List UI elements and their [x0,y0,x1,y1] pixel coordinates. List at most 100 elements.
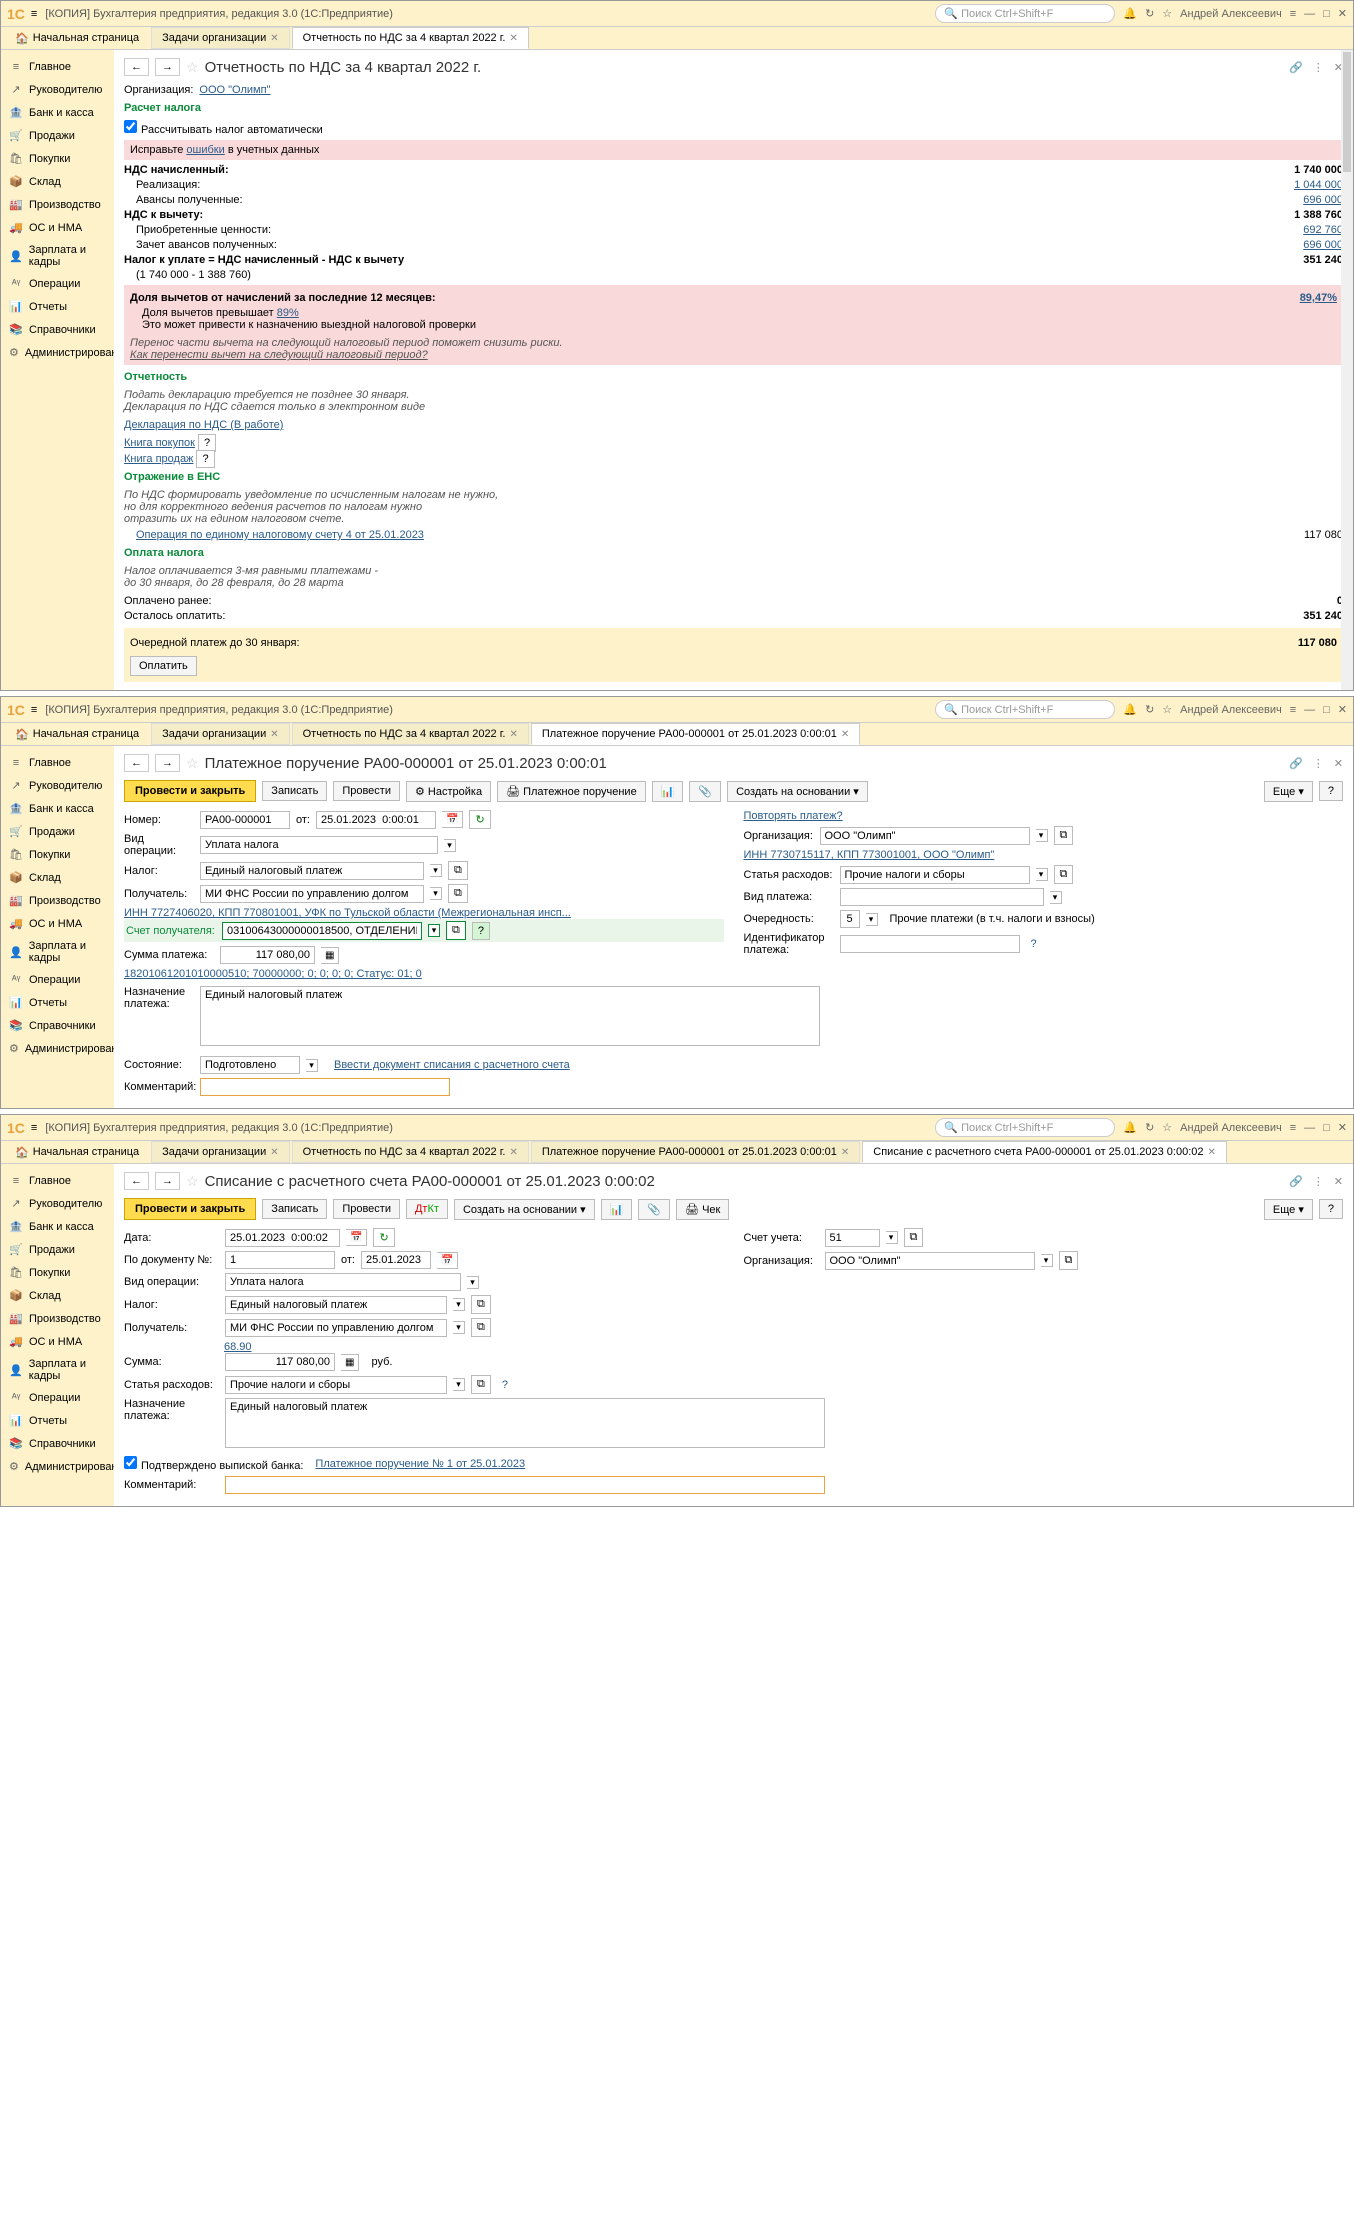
value-link[interactable]: 692 760 [1263,224,1343,236]
tab-vat-report[interactable]: Отчетность по НДС за 4 квартал 2022 г.✕ [292,1141,529,1163]
more-button[interactable]: Еще ▾ [1264,1199,1313,1220]
link-icon[interactable]: 🔗 [1289,1175,1303,1188]
declaration-link[interactable]: Декларация по НДС (В работе) [124,419,283,431]
struct-button[interactable]: 📊 [601,1199,633,1220]
kebab-icon[interactable]: ⋮ [1313,1175,1324,1188]
purpose-input[interactable] [200,986,820,1046]
operation-type-input[interactable] [200,836,438,854]
close-icon[interactable]: ✕ [1338,7,1347,20]
sidebar-item[interactable]: ⚙Администрирование [1,1037,114,1060]
tab-tasks[interactable]: Задачи организации✕ [151,27,289,49]
sidebar-item[interactable]: ≡Главное [1,56,114,78]
amount-input[interactable] [225,1353,335,1371]
open-icon[interactable]: ⧉ [471,1295,491,1314]
comment-input[interactable] [225,1476,825,1494]
home-tab[interactable]: 🏠 Начальная страница [5,724,149,745]
purpose-input[interactable] [225,1398,825,1448]
attach-button[interactable]: 📎 [638,1199,670,1220]
help-icon[interactable]: ? [1026,936,1042,952]
org-inn-link[interactable]: ИНН 7730715117, КПП 773001001, ООО "Олим… [744,849,995,861]
help-button[interactable]: ? [1319,1199,1343,1219]
repeat-link[interactable]: Повторять платеж? [744,810,843,822]
value-link[interactable]: 1 044 000 [1263,179,1343,191]
forward-button[interactable]: → [155,1172,180,1190]
sidebar-item[interactable]: 📦Склад [1,1284,114,1307]
amount-input[interactable] [220,946,315,964]
sidebar-item[interactable]: 🏦Банк и касса [1,101,114,124]
pay-button[interactable]: Оплатить [130,656,197,676]
sidebar-item[interactable]: 🚚ОС и НМА [1,912,114,935]
settings-icon[interactable]: ≡ [1290,8,1296,20]
dropdown-icon[interactable]: ▾ [1050,891,1062,904]
doc-number-input[interactable] [225,1251,335,1269]
settings-button[interactable]: ⚙ Настройка [406,781,491,802]
dropdown-icon[interactable]: ▾ [453,1378,465,1391]
bell-icon[interactable]: 🔔 [1123,1121,1137,1134]
back-button[interactable]: ← [124,754,149,772]
cost-item-input[interactable] [840,866,1030,884]
sidebar-item[interactable]: 📦Склад [1,170,114,193]
post-close-button[interactable]: Провести и закрыть [124,780,256,802]
print-button[interactable]: 🖨 Платежное поручение [497,781,646,802]
star-icon[interactable]: ☆ [1162,703,1172,716]
close-icon[interactable]: ✕ [1338,1121,1347,1134]
menu-icon[interactable]: ≡ [31,1122,37,1134]
sidebar-item[interactable]: 🛍Покупки [1,1261,114,1284]
forward-button[interactable]: → [155,754,180,772]
number-input[interactable] [200,811,290,829]
close-icon[interactable]: ✕ [1338,703,1347,716]
account-code-input[interactable] [825,1229,880,1247]
favorite-icon[interactable]: ☆ [186,1173,199,1190]
receipt-button[interactable]: 🖨 Чек [676,1199,729,1220]
save-button[interactable]: Записать [262,1199,327,1219]
sidebar-item[interactable]: 🏦Банк и касса [1,1215,114,1238]
create-writeoff-link[interactable]: Ввести документ списания с расчетного сч… [334,1059,570,1071]
tab-payment-order[interactable]: Платежное поручение РА00-000001 от 25.01… [531,723,860,745]
sidebar-item[interactable]: 🛒Продажи [1,820,114,843]
create-based-button[interactable]: Создать на основании ▾ [454,1199,595,1220]
refresh-icon[interactable]: ↻ [373,1228,394,1247]
open-icon[interactable]: ⧉ [446,921,466,940]
link-icon[interactable]: 🔗 [1289,757,1303,770]
home-tab[interactable]: 🏠 Начальная страница [5,1142,149,1163]
bell-icon[interactable]: 🔔 [1123,7,1137,20]
sidebar-item[interactable]: 📊Отчеты [1,1409,114,1432]
state-input[interactable] [200,1056,300,1074]
sidebar-item[interactable]: ⚙Администрирование [1,341,114,364]
sidebar-item[interactable]: 📊Отчеты [1,991,114,1014]
favorite-icon[interactable]: ☆ [186,755,199,772]
more-button[interactable]: Еще ▾ [1264,781,1313,802]
scrollbar[interactable] [1341,50,1353,690]
forward-button[interactable]: → [155,58,180,76]
minimize-icon[interactable]: — [1304,704,1315,716]
tab-vat-report[interactable]: Отчетность по НДС за 4 квартал 2022 г.✕ [292,27,529,49]
org-link[interactable]: ООО "Олимп" [199,84,270,96]
process-button[interactable]: Провести [333,781,400,801]
sidebar-item[interactable]: 🛒Продажи [1,124,114,147]
code-link[interactable]: 18201061201010000510; 70000000; 0; 0; 0;… [124,968,422,980]
sidebar-item[interactable]: ↗Руководителю [1,774,114,797]
sidebar-item[interactable]: ᴬᵞОперации [1,969,114,991]
sidebar-item[interactable]: 🏭Производство [1,193,114,216]
dropdown-icon[interactable]: ▾ [1036,868,1048,881]
sidebar-item[interactable]: 🏭Производство [1,1307,114,1330]
star-icon[interactable]: ☆ [1162,7,1172,20]
dropdown-icon[interactable]: ▾ [430,864,442,877]
account-link[interactable]: 68.90 [224,1341,252,1353]
menu-icon[interactable]: ≡ [31,8,37,20]
history-icon[interactable]: ↻ [1145,1121,1154,1134]
tax-input[interactable] [200,862,424,880]
payment-type-input[interactable] [840,888,1044,906]
pct-link[interactable]: 89,47% [1257,292,1337,304]
dropdown-icon[interactable]: ▾ [430,887,442,900]
tab-tasks[interactable]: Задачи организации✕ [151,723,289,745]
sidebar-item[interactable]: ≡Главное [1,1170,114,1192]
sidebar-item[interactable]: 📚Справочники [1,1014,114,1037]
open-icon[interactable]: ⧉ [904,1228,924,1247]
dropdown-icon[interactable]: ▾ [453,1321,465,1334]
minimize-icon[interactable]: — [1304,1122,1315,1134]
sidebar-item[interactable]: ↗Руководителю [1,78,114,101]
org-input[interactable] [820,827,1030,845]
open-icon[interactable]: ⧉ [1054,865,1074,884]
close-icon[interactable]: ✕ [270,33,278,44]
